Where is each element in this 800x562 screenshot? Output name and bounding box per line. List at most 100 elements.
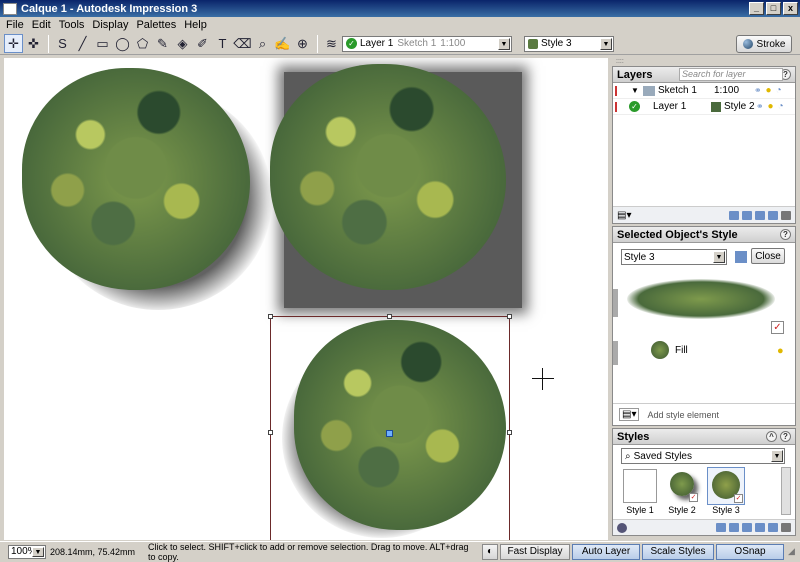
- style-check-icon: ✓: [734, 494, 743, 503]
- visibility-bulb-icon[interactable]: ●: [766, 85, 772, 96]
- resize-handle[interactable]: [268, 314, 273, 319]
- freehand-tool-icon[interactable]: S: [53, 34, 72, 53]
- edit-style-icon[interactable]: [742, 523, 752, 532]
- expand-arrow-icon[interactable]: ▼: [631, 86, 643, 95]
- visibility-bulb-icon[interactable]: ●: [777, 345, 784, 357]
- help-icon[interactable]: ?: [780, 229, 791, 240]
- maximize-button[interactable]: □: [766, 2, 781, 15]
- styles-filter-value: Saved Styles: [633, 450, 692, 462]
- line-tool-icon[interactable]: ╱: [73, 34, 92, 53]
- menu-edit[interactable]: Edit: [28, 19, 55, 31]
- style-check-icon: ✓: [689, 493, 698, 502]
- layers-icon[interactable]: ≋: [322, 34, 341, 53]
- styles-scrollbar[interactable]: [781, 467, 791, 515]
- menu-bar: File Edit Tools Display Palettes Help: [0, 17, 800, 33]
- node-edit-tool-icon[interactable]: ✜: [24, 34, 43, 53]
- style-select[interactable]: Style 3 ▼: [524, 35, 614, 52]
- chevron-down-icon: ▼: [498, 37, 510, 50]
- lock-icon[interactable]: ◔: [776, 85, 782, 96]
- resize-handle[interactable]: [387, 314, 392, 319]
- tree-symbol-2[interactable]: [270, 64, 506, 290]
- styles-filter-select[interactable]: ⌕ Saved Styles ▼: [621, 448, 785, 464]
- resize-grip-icon[interactable]: ◢: [788, 546, 795, 557]
- layer-menu-icon[interactable]: ▤▾: [617, 210, 631, 221]
- style-2-thumbnail[interactable]: ✓: [665, 469, 699, 503]
- import-style-icon[interactable]: [716, 523, 726, 532]
- polygon-tool-icon[interactable]: ⬠: [133, 34, 152, 53]
- object-style-select[interactable]: Style 3 ▼: [621, 249, 727, 265]
- panel-grip[interactable]: ::::: [612, 58, 796, 66]
- resize-handle[interactable]: [507, 314, 512, 319]
- new-layer-icon[interactable]: [755, 210, 765, 220]
- ellipse-tool-icon[interactable]: ◯: [113, 34, 132, 53]
- visibility-bulb-icon[interactable]: ●: [768, 101, 774, 112]
- menu-help[interactable]: Help: [180, 19, 211, 31]
- menu-display[interactable]: Display: [88, 19, 132, 31]
- styles-header: Styles ^ ?: [613, 429, 795, 445]
- stamp-tool-icon[interactable]: ⊕: [293, 34, 312, 53]
- osnap-button[interactable]: OSnap: [716, 543, 784, 560]
- add-element-menu-icon[interactable]: ▤▾: [619, 408, 640, 421]
- collapse-left-handle[interactable]: [613, 289, 618, 317]
- layer-stack-icon[interactable]: [742, 210, 752, 220]
- link-icon[interactable]: ⚭: [756, 101, 764, 112]
- text-tool-icon[interactable]: T: [213, 34, 232, 53]
- style-3-thumbnail[interactable]: ✓: [707, 467, 745, 505]
- auto-layer-button[interactable]: Auto Layer: [572, 543, 640, 560]
- fill-bucket-tool-icon[interactable]: ◈: [173, 34, 192, 53]
- stroke-button[interactable]: Stroke: [736, 35, 792, 53]
- layer-row-sketch[interactable]: ▼ Sketch 1 1:100 ⚭ ● ◔: [613, 83, 795, 99]
- marker-tool-icon[interactable]: ✐: [193, 34, 212, 53]
- layer-search-input[interactable]: Search for layer: [679, 68, 783, 81]
- toolbar-separator: [317, 34, 318, 53]
- save-style-icon[interactable]: [768, 523, 778, 532]
- collapse-icon[interactable]: ^: [766, 431, 777, 442]
- brush-tool-icon[interactable]: ✍: [273, 34, 292, 53]
- resize-handle[interactable]: [268, 430, 273, 435]
- chevron-down-icon: ▼: [771, 450, 783, 462]
- layer-select-value: Layer 1: [360, 38, 394, 49]
- select-tool-icon[interactable]: ✛: [4, 34, 23, 53]
- zoom-tool-icon[interactable]: ⌕: [253, 34, 272, 53]
- add-style-element-label[interactable]: Add style element: [647, 410, 719, 420]
- close-style-button[interactable]: Close: [751, 248, 785, 264]
- eraser-tool-icon[interactable]: ⌫: [233, 34, 252, 53]
- pen-tool-icon[interactable]: ✎: [153, 34, 172, 53]
- menu-palettes[interactable]: Palettes: [132, 19, 180, 31]
- copy-style-icon[interactable]: [735, 251, 747, 263]
- style-check-icon[interactable]: ✓: [771, 321, 784, 334]
- scale-styles-button[interactable]: Scale Styles: [642, 543, 714, 560]
- toolbar-separator: [48, 34, 49, 53]
- close-button[interactable]: x: [783, 2, 798, 15]
- fast-display-button[interactable]: Fast Display: [500, 543, 570, 560]
- search-icon: ⌕: [625, 450, 631, 462]
- minimize-button[interactable]: _: [749, 2, 764, 15]
- zoom-select[interactable]: 100% ▼: [8, 544, 46, 559]
- layer-select[interactable]: ✓ Layer 1 Sketch 1 1:100 ▼: [342, 35, 512, 52]
- delete-layer-icon[interactable]: [781, 210, 791, 220]
- lock-icon[interactable]: ◔: [778, 101, 784, 112]
- drawing-canvas[interactable]: [4, 58, 608, 540]
- duplicate-layer-icon[interactable]: [768, 210, 778, 220]
- collapse-left-handle[interactable]: [613, 341, 618, 365]
- status-hint: Click to select. SHIFT+click to add or r…: [148, 541, 469, 562]
- folder-icon[interactable]: [755, 523, 765, 532]
- menu-tools[interactable]: Tools: [55, 19, 89, 31]
- new-style-icon[interactable]: [729, 523, 739, 532]
- layer-up-icon[interactable]: [729, 210, 739, 220]
- tree-symbol-1[interactable]: [22, 68, 272, 310]
- menu-file[interactable]: File: [2, 19, 28, 31]
- resize-handle[interactable]: [507, 430, 512, 435]
- center-handle[interactable]: [386, 430, 393, 437]
- tree-canopy: [270, 64, 506, 290]
- layer-row-layer1[interactable]: ✓ Layer 1 Style 2 ⚭ ● ◔: [613, 99, 795, 115]
- rectangle-tool-icon[interactable]: ▭: [93, 34, 112, 53]
- help-icon[interactable]: ?: [780, 431, 791, 442]
- delete-style-icon[interactable]: [781, 523, 791, 532]
- link-icon[interactable]: ⚭: [754, 85, 762, 96]
- style-1-thumbnail[interactable]: [623, 469, 657, 503]
- nav-arrow-icon[interactable]: [617, 522, 627, 533]
- style-preview: [627, 279, 775, 319]
- display-mode-icon[interactable]: ◐: [482, 543, 498, 560]
- fill-label[interactable]: Fill: [675, 345, 688, 356]
